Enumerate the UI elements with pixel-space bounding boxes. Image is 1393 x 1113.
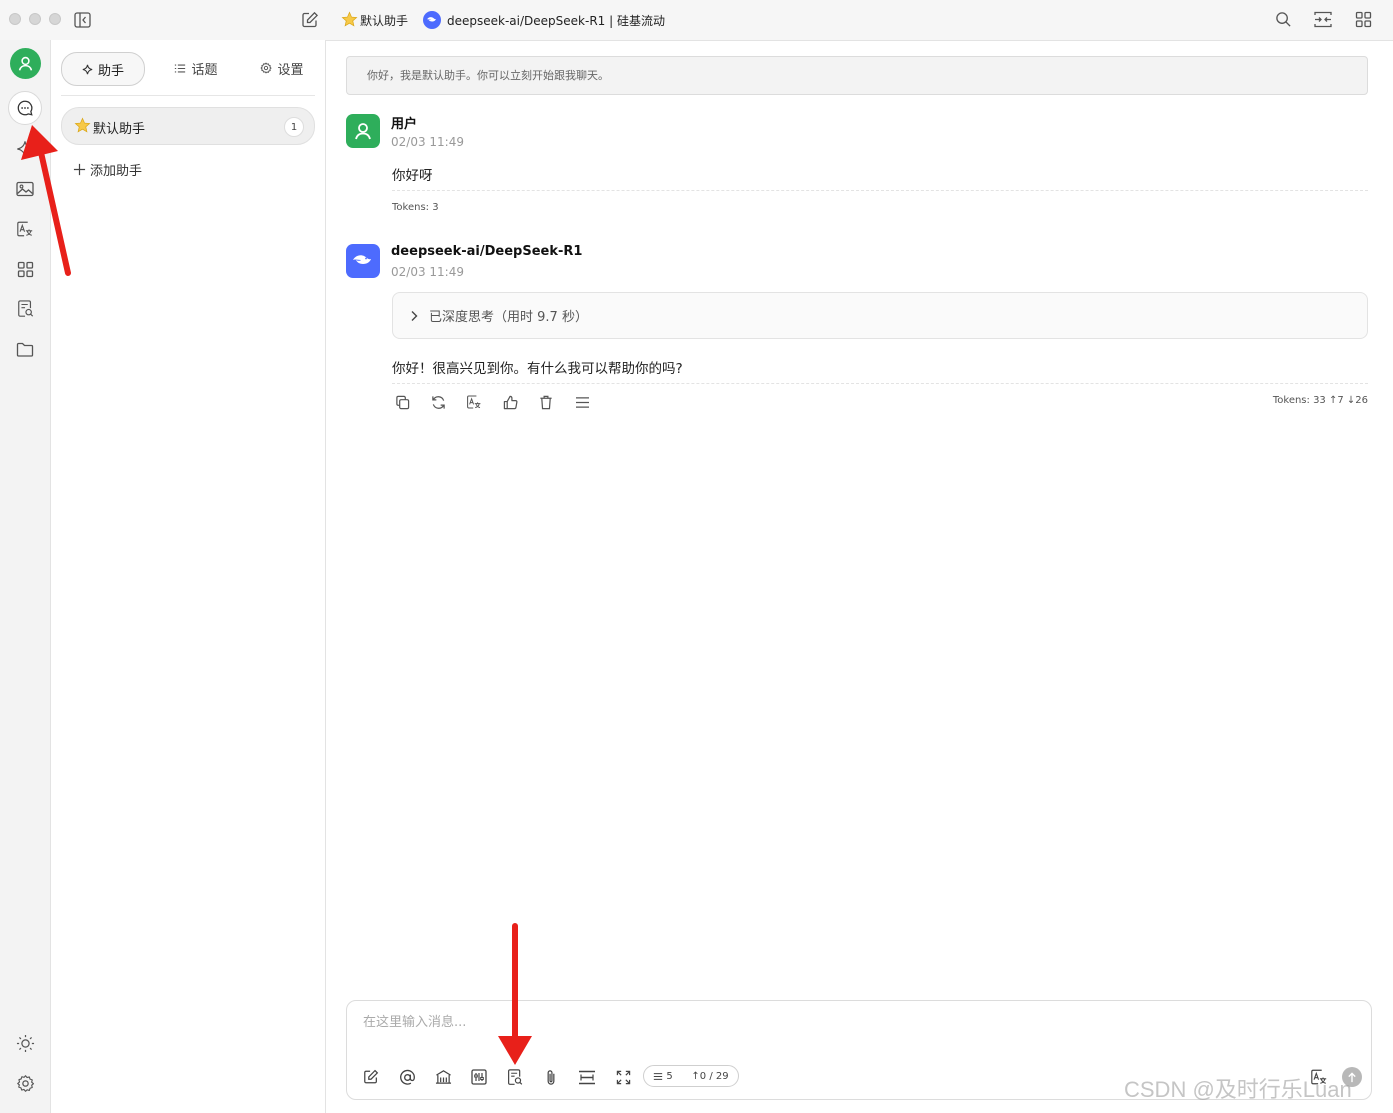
annotation-arrow-top bbox=[21, 125, 71, 276]
annotation-arrow-bottom bbox=[498, 923, 532, 1065]
watermark: CSDN @及时行乐Luan bbox=[1124, 1077, 1352, 1102]
annotation-overlay bbox=[21, 125, 532, 1065]
